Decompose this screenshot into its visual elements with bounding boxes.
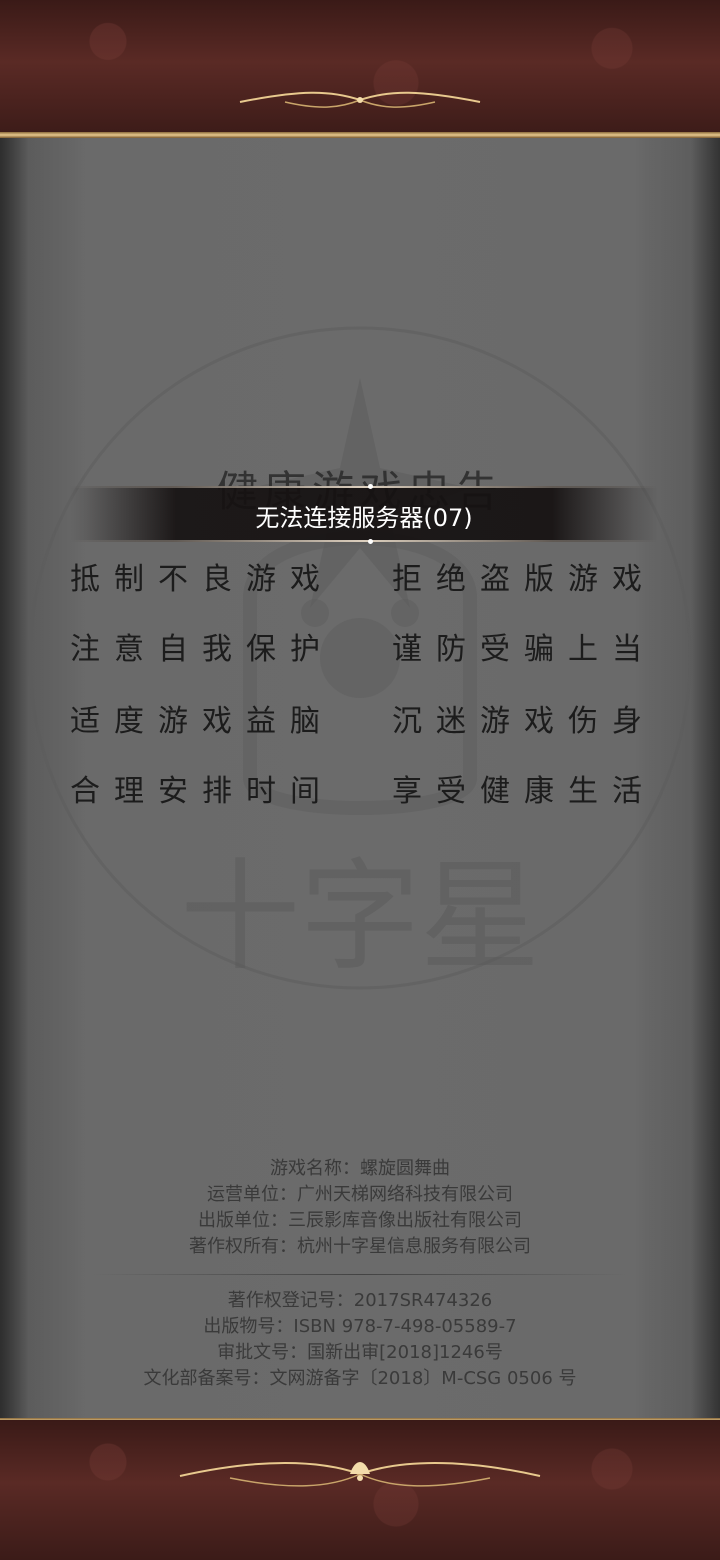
motto-left-4: 合理安排时间 <box>70 774 334 809</box>
scroll-top-roller <box>0 0 720 138</box>
gold-ornament-icon <box>239 91 481 108</box>
motto-left-3: 适度游戏益脑 <box>70 704 334 739</box>
motto-right-1: 拒绝盗版游戏 <box>392 562 656 597</box>
watermark-text: 十字星 <box>180 848 540 987</box>
toast-message: 无法连接服务器(07) <box>255 504 473 532</box>
info-divider <box>90 1274 630 1275</box>
motto-right-2: 谨防受骗上当 <box>392 632 656 667</box>
motto-left-1: 抵制不良游戏 <box>70 562 334 597</box>
gold-ornament-icon <box>179 1462 541 1487</box>
motto-right-3: 沉迷游戏伤身 <box>392 704 656 739</box>
game-info-line: 运营单位：广州天梯网络科技有限公司 <box>207 1184 513 1205</box>
game-info-line: 游戏名称：螺旋圆舞曲 <box>270 1158 450 1179</box>
game-info-line: 著作权所有：杭州十字星信息服务有限公司 <box>189 1236 531 1257</box>
game-info-block: 游戏名称：螺旋圆舞曲 运营单位：广州天梯网络科技有限公司 出版单位：三辰影库音像… <box>0 1156 720 1260</box>
registration-line: 著作权登记号：2017SR474326 <box>227 1290 493 1311</box>
motto-right-4: 享受健康生活 <box>392 774 656 809</box>
scroll-bottom-roller <box>0 1420 720 1560</box>
registration-info-block: 著作权登记号：2017SR474326 出版物号：ISBN 978-7-498-… <box>0 1288 720 1392</box>
connection-error-toast: 无法连接服务器(07) <box>70 484 658 544</box>
motto-left-2: 注意自我保护 <box>70 632 334 667</box>
game-info-line: 出版单位：三辰影库音像出版社有限公司 <box>198 1210 522 1231</box>
registration-line: 出版物号：ISBN 978-7-498-05589-7 <box>203 1316 517 1337</box>
registration-line: 审批文号：国新出审[2018]1246号 <box>217 1342 503 1363</box>
registration-line: 文化部备案号：文网游备字〔2018〕M-CSG 0506 号 <box>143 1368 577 1389</box>
